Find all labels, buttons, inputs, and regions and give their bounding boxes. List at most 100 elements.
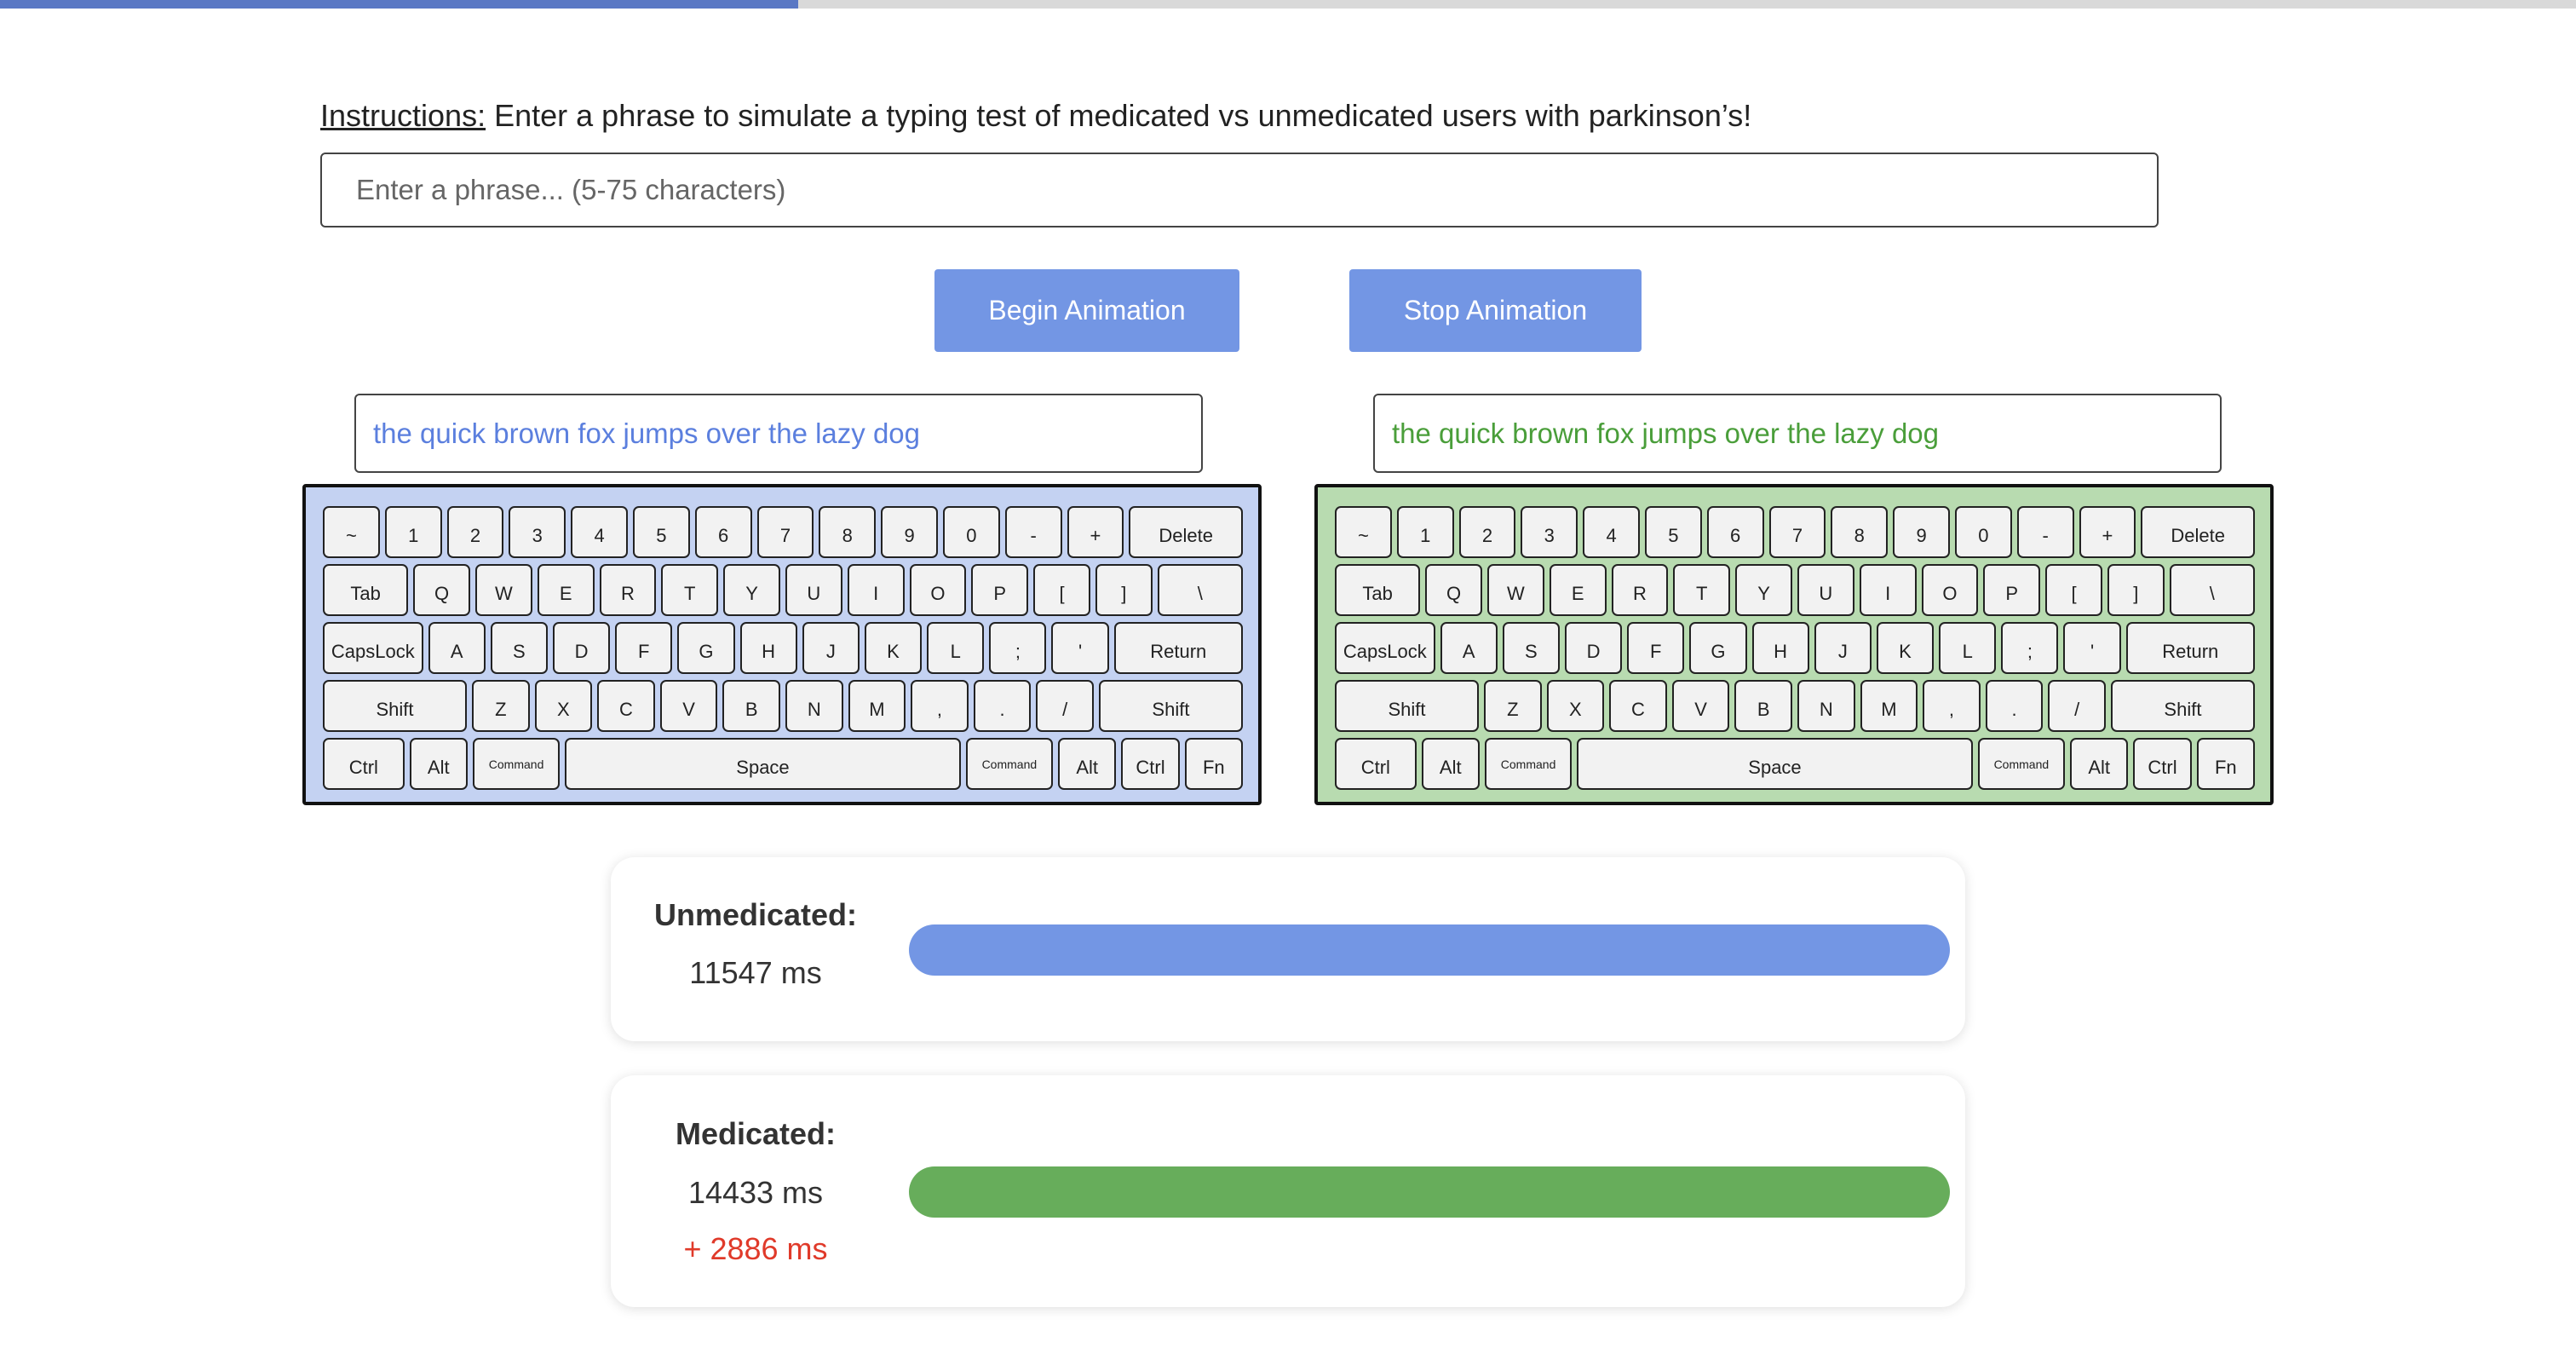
medicated-key-return: Return <box>2125 622 2255 674</box>
medicated-key-c: C <box>1609 680 1667 732</box>
instructions-label: Instructions: <box>320 98 486 133</box>
medicated-key-x: X <box>1546 680 1605 732</box>
medicated-key-y: Y <box>1735 564 1792 616</box>
unmedicated-key-r: R <box>599 564 657 616</box>
medicated-result-card: Medicated: 14433 ms + 2886 ms <box>611 1075 1965 1307</box>
unmedicated-key-y: Y <box>723 564 780 616</box>
unmedicated-result-card: Unmedicated: 11547 ms <box>611 857 1965 1041</box>
unmedicated-key-v: V <box>659 680 718 732</box>
medicated-key-slash: / <box>2048 680 2106 732</box>
medicated-key-tab: Tab <box>1335 564 1421 616</box>
unmedicated-key-plus: + <box>1067 506 1124 558</box>
medicated-key-ctrl: Ctrl <box>2133 738 2192 790</box>
unmedicated-output-text: the quick brown fox jumps over the lazy … <box>354 394 1203 473</box>
unmedicated-key-b: B <box>722 680 780 732</box>
medicated-key-command: Command <box>1977 738 2066 790</box>
unmedicated-key-lbracket: [ <box>1033 564 1090 616</box>
medicated-key-2: 2 <box>1458 506 1516 558</box>
unmedicated-key-delete: Delete <box>1129 506 1243 558</box>
unmedicated-key-d: D <box>552 622 611 674</box>
medicated-key-a: A <box>1440 622 1498 674</box>
medicated-key-4: 4 <box>1583 506 1640 558</box>
medicated-key-backslash: \ <box>2169 564 2255 616</box>
unmedicated-key-s: S <box>490 622 548 674</box>
unmedicated-key-x: X <box>534 680 593 732</box>
medicated-key-k: K <box>1876 622 1935 674</box>
medicated-key-quote: ' <box>2063 622 2121 674</box>
medicated-key-v: V <box>1671 680 1730 732</box>
medicated-key-z: Z <box>1484 680 1542 732</box>
medicated-key-9: 9 <box>1893 506 1950 558</box>
unmedicated-key-shift: Shift <box>323 680 467 732</box>
medicated-key-0: 0 <box>1954 506 2012 558</box>
unmedicated-key-alt: Alt <box>1058 738 1117 790</box>
medicated-key-b: B <box>1734 680 1792 732</box>
unmedicated-key-g: G <box>677 622 735 674</box>
unmedicated-key-ctrl: Ctrl <box>323 738 405 790</box>
medicated-key-semicolon: ; <box>2001 622 2059 674</box>
medicated-key-o: O <box>1921 564 1979 616</box>
unmedicated-key-l: L <box>927 622 985 674</box>
unmedicated-key-m: M <box>848 680 906 732</box>
medicated-key-r: R <box>1611 564 1669 616</box>
unmedicated-key-e: E <box>537 564 595 616</box>
instructions: Instructions: Enter a phrase to simulate… <box>320 98 1751 134</box>
unmedicated-key-5: 5 <box>632 506 690 558</box>
unmedicated-key-i: I <box>847 564 905 616</box>
unmedicated-key-p: P <box>971 564 1029 616</box>
unmedicated-title: Unmedicated: <box>653 897 858 932</box>
phrase-input[interactable] <box>320 153 2159 228</box>
medicated-key-j: J <box>1814 622 1872 674</box>
unmedicated-key-slash: / <box>1036 680 1094 732</box>
medicated-key-u: U <box>1797 564 1854 616</box>
medicated-key-command: Command <box>1484 738 1573 790</box>
medicated-key-period: . <box>1985 680 2044 732</box>
unmedicated-key-0: 0 <box>942 506 1000 558</box>
medicated-key-g: G <box>1689 622 1747 674</box>
medicated-key-f: F <box>1627 622 1685 674</box>
unmedicated-key-w: W <box>474 564 532 616</box>
unmedicated-key-tilde: ~ <box>323 506 380 558</box>
begin-animation-button[interactable]: Begin Animation <box>934 269 1239 352</box>
unmedicated-key-t: T <box>661 564 719 616</box>
keyboard-row: CapsLock A S D F G H J K L; ' Return <box>323 622 1243 674</box>
unmedicated-key-shift: Shift <box>1098 680 1243 732</box>
unmedicated-key-n: N <box>785 680 843 732</box>
unmedicated-keyboard: ~1 2 3 4 5 6 7 8 9 0- + Delete Tab Q W E R T Y U I O P[] \ CapsL… <box>302 484 1262 805</box>
medicated-key-plus: + <box>2079 506 2136 558</box>
medicated-key-shift: Shift <box>1335 680 1479 732</box>
unmedicated-key-2: 2 <box>446 506 504 558</box>
unmedicated-key-o: O <box>909 564 967 616</box>
medicated-key-t: T <box>1673 564 1731 616</box>
unmedicated-key-a: A <box>428 622 486 674</box>
instructions-text: Enter a phrase to simulate a typing test… <box>486 98 1752 133</box>
medicated-key-s: S <box>1502 622 1560 674</box>
medicated-key-m: M <box>1860 680 1918 732</box>
keyboard-row: ~1 2 3 4 5 6 7 8 9 0- + Delete <box>323 506 1243 558</box>
unmedicated-key-fn: Fn <box>1184 738 1243 790</box>
medicated-key-5: 5 <box>1644 506 1702 558</box>
unmedicated-key-return: Return <box>1113 622 1243 674</box>
medicated-key-1: 1 <box>1396 506 1454 558</box>
unmedicated-key-alt: Alt <box>409 738 468 790</box>
unmedicated-key-capslock: CapsLock <box>323 622 423 674</box>
medicated-key-space: Space <box>1577 738 1973 790</box>
unmedicated-key-k: K <box>864 622 923 674</box>
keyboard-row: CapsLock A S D F G H J K L; ' Return <box>1335 622 2255 674</box>
medicated-key-minus: - <box>2016 506 2074 558</box>
unmedicated-key-3: 3 <box>509 506 566 558</box>
medicated-key-n: N <box>1797 680 1855 732</box>
progress-bar-fill <box>0 0 799 9</box>
unmedicated-key-j: J <box>802 622 860 674</box>
keyboard-row: Ctrl Alt Command Space Command Alt Ctrl Fn <box>323 738 1243 790</box>
medicated-time-delta: + 2886 ms <box>683 1231 828 1266</box>
keyboard-row: Ctrl Alt Command Space Command Alt Ctrl Fn <box>1335 738 2255 790</box>
unmedicated-key-semicolon: ; <box>989 622 1047 674</box>
unmedicated-key-quote: ' <box>1051 622 1109 674</box>
medicated-key-shift: Shift <box>2110 680 2255 732</box>
medicated-key-ctrl: Ctrl <box>1335 738 1417 790</box>
medicated-key-8: 8 <box>1831 506 1889 558</box>
keyboard-row: ~1 2 3 4 5 6 7 8 9 0- + Delete <box>1335 506 2255 558</box>
stop-animation-button[interactable]: Stop Animation <box>1349 269 1642 352</box>
medicated-key-fn: Fn <box>2196 738 2255 790</box>
